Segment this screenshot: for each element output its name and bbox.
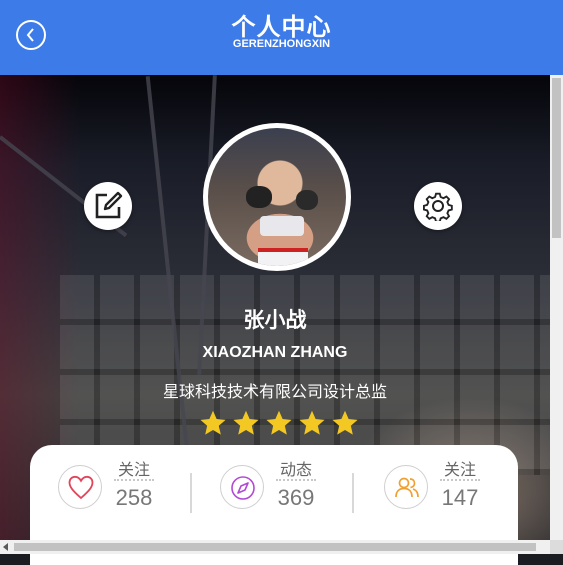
app-header: 个人中心 GERENZHONGXIN <box>0 0 563 75</box>
divider <box>352 473 354 513</box>
stat-value: 147 <box>441 485 479 510</box>
stat-value: 258 <box>115 485 153 510</box>
user-name-pinyin: XIAOZHAN ZHANG <box>202 344 348 361</box>
compass-icon <box>231 476 255 500</box>
stat-following[interactable]: 关注 258 <box>58 445 168 545</box>
star-icon <box>332 410 358 435</box>
heart-icon <box>68 475 94 500</box>
divider <box>190 473 192 513</box>
star-icon <box>200 410 226 435</box>
avatar[interactable] <box>203 123 351 271</box>
page-subtitle: GERENZHONGXIN <box>232 38 331 50</box>
horizontal-scrollbar[interactable] <box>0 540 563 554</box>
gear-icon <box>423 192 453 221</box>
stat-icon-circle <box>58 465 102 509</box>
scroll-left-icon[interactable] <box>3 543 8 551</box>
stat-icon-circle <box>220 465 264 509</box>
vertical-scrollbar[interactable] <box>550 75 563 540</box>
avatar-photo <box>208 128 346 266</box>
stat-moments[interactable]: 动态 369 <box>220 445 330 545</box>
star-icon <box>233 410 259 435</box>
rating-stars <box>199 409 359 437</box>
edit-button[interactable] <box>84 182 132 230</box>
page-title: 个人中心 <box>231 14 332 41</box>
star-icon <box>299 410 325 435</box>
star-icon <box>266 410 292 435</box>
settings-button[interactable] <box>414 182 462 230</box>
users-icon <box>395 477 419 498</box>
stat-icon-circle <box>384 465 428 509</box>
scrollbar-thumb[interactable] <box>552 78 561 238</box>
stat-value: 369 <box>277 485 315 510</box>
edit-icon <box>95 191 123 219</box>
stat-label: 动态 <box>279 462 312 479</box>
stat-label: 关注 <box>443 462 476 479</box>
stat-label: 关注 <box>117 462 150 479</box>
scrollbar-thumb[interactable] <box>14 543 536 551</box>
stat-followers[interactable]: 关注 147 <box>384 445 494 545</box>
user-position: 星球科技技术有限公司设计总监 <box>162 384 387 401</box>
user-name: 张小战 <box>243 309 307 332</box>
